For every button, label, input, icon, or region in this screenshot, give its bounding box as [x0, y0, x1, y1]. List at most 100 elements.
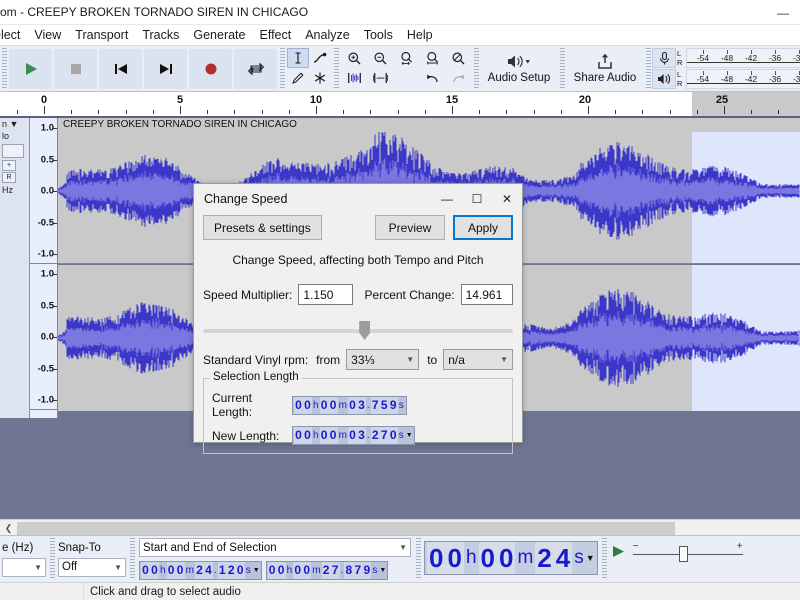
playback-meter[interactable]: L R -54-48-42-36-30-24-18 [652, 69, 800, 90]
vertical-ruler[interactable]: 1.0 0.5 0.0 -0.5 -1.0 [30, 118, 57, 264]
trim-audio-button[interactable] [341, 68, 367, 88]
time-unit[interactable]: m [515, 542, 535, 574]
menu-tools[interactable]: Tools [357, 26, 400, 44]
skip-to-end-button[interactable] [144, 48, 187, 89]
dialog-maximize-button[interactable]: ☐ [462, 184, 492, 213]
snapto-toolbar-grip[interactable] [50, 538, 55, 578]
time-digit: 0 [235, 562, 245, 579]
record-button[interactable] [189, 48, 232, 89]
fit-project-button[interactable] [419, 48, 445, 68]
play-speed-toolbar-grip[interactable] [601, 538, 607, 578]
snapto-select[interactable]: Off ▼ [58, 557, 126, 577]
menu-select[interactable]: elect [0, 26, 27, 44]
window-minimize-button[interactable]: — [766, 0, 800, 25]
selection-toolbar-grip[interactable] [130, 538, 135, 578]
audio-position-time[interactable]: 0 0 h 0 0 m 2 4 s ▼ [424, 541, 598, 575]
vertical-ruler-tick [53, 400, 57, 401]
audio-setup-toolbar-grip[interactable] [474, 48, 479, 88]
share-audio-toolbar-grip[interactable] [560, 48, 565, 88]
envelope-tool[interactable] [309, 48, 331, 68]
playback-meter-bar[interactable]: -54-48-42-36-30-24-18 [686, 69, 800, 89]
horizontal-scrollbar[interactable]: ❮ [0, 519, 800, 536]
timeline-ruler[interactable]: 0 5 10 15 20 25 [0, 92, 800, 118]
time-dropdown-icon[interactable]: ▼ [379, 567, 386, 574]
meter-toolbar-grip[interactable] [646, 48, 651, 88]
menu-generate[interactable]: Generate [186, 26, 252, 44]
time-dropdown-icon[interactable]: ▼ [253, 567, 260, 574]
skip-to-start-button[interactable] [99, 48, 142, 89]
speed-slider-thumb[interactable] [359, 321, 371, 340]
track-control-panel[interactable]: n ▼ lo + R Hz [0, 118, 30, 418]
time-unit[interactable]: h [464, 542, 479, 574]
zoom-out-button[interactable] [367, 48, 393, 68]
fit-selection-button[interactable] [393, 48, 419, 68]
preview-button[interactable]: Preview [375, 215, 445, 240]
tools-toolbar-grip[interactable] [280, 48, 285, 88]
menu-help[interactable]: Help [400, 26, 440, 44]
transport-toolbar-grip[interactable] [2, 48, 7, 88]
vertical-ruler[interactable]: 1.0 0.5 0.0 -0.5 -1.0 [30, 264, 57, 410]
menu-tracks[interactable]: Tracks [135, 26, 186, 44]
track-solo-button[interactable]: lo [0, 130, 29, 142]
redo-button[interactable] [445, 68, 471, 88]
zoom-in-button[interactable] [341, 48, 367, 68]
menu-view[interactable]: View [27, 26, 68, 44]
track-menu-dropdown[interactable]: n ▼ [0, 118, 29, 130]
menu-transport[interactable]: Transport [68, 26, 135, 44]
horizontal-scroll-thumb[interactable] [17, 521, 675, 535]
time-dropdown-icon[interactable]: ▼ [586, 553, 595, 563]
meter-scale-label: -30 [792, 74, 800, 84]
play-at-speed-button[interactable] [610, 544, 627, 559]
share-audio-button[interactable]: Share Audio [568, 47, 642, 89]
presets-settings-button[interactable]: Presets & settings [203, 215, 322, 240]
speed-slider[interactable] [203, 321, 513, 340]
play-button[interactable] [9, 48, 52, 89]
dialog-minimize-button[interactable]: — [432, 184, 462, 213]
time-digit[interactable]: 0 [478, 542, 497, 574]
zoom-toggle-button[interactable] [445, 48, 471, 68]
multi-tool[interactable] [309, 68, 331, 88]
time-digit[interactable]: 2 [535, 542, 554, 574]
time-digit[interactable]: 0 [427, 542, 446, 574]
ruler-tick [288, 110, 290, 114]
menu-analyze[interactable]: Analyze [298, 26, 356, 44]
time-digit[interactable]: 0 [445, 542, 464, 574]
time-toolbar-grip[interactable] [416, 538, 421, 578]
time-dropdown-icon[interactable]: ▼ [406, 432, 413, 439]
selection-end-time[interactable]: 0 0 h 0 0 m 2 7. 8 7 9 s ▼ [265, 561, 389, 580]
selection-mode-select[interactable]: Start and End of Selection ▼ [139, 538, 411, 557]
time-digit[interactable]: 4 [553, 542, 573, 574]
selection-start-time[interactable]: 0 0 h 0 0 m 2 4. 1 2 0 s ▼ [139, 561, 262, 580]
time-unit[interactable]: s [572, 542, 586, 574]
snapto-label: Snap-To [58, 541, 101, 554]
apply-button[interactable]: Apply [453, 215, 513, 240]
percent-change-input[interactable]: 14.961 [460, 284, 513, 305]
change-speed-dialog[interactable]: Change Speed — ☐ ✕ Presets & settings Pr… [193, 183, 523, 454]
recording-meter[interactable]: L R -54-48-42-36-30-24-18 [652, 48, 800, 69]
new-length-time[interactable]: 0 0 h 0 0 m 0 3. 2 7 0 s ▼ [292, 426, 415, 445]
vinyl-from-select[interactable]: 33⅓ ▼ [346, 349, 420, 370]
loop-button[interactable] [234, 48, 277, 89]
undo-button[interactable] [419, 68, 445, 88]
play-speed-thumb[interactable] [678, 546, 688, 562]
track-pan-plus[interactable]: + [2, 160, 16, 171]
track-gain-slider[interactable] [2, 144, 24, 158]
draw-tool[interactable] [287, 68, 309, 88]
project-rate-select[interactable]: ▼ [2, 557, 46, 577]
audio-setup-button[interactable]: Audio Setup [482, 47, 556, 89]
selection-tool[interactable] [287, 48, 309, 68]
horizontal-scroll-track[interactable] [17, 520, 800, 536]
speed-multiplier-input[interactable]: 1.150 [298, 284, 353, 305]
recording-meter-bar[interactable]: -54-48-42-36-30-24-18 [686, 48, 800, 68]
stop-button[interactable] [54, 48, 97, 89]
dialog-heading: Change Speed, affecting both Tempo and P… [232, 253, 484, 267]
silence-audio-button[interactable] [367, 68, 393, 88]
play-speed-slider[interactable]: − + [632, 541, 743, 564]
status-bar-left-segment [0, 583, 84, 600]
scroll-left-arrow[interactable]: ❮ [0, 520, 17, 537]
vinyl-to-select[interactable]: n/a ▼ [443, 349, 513, 370]
dialog-close-button[interactable]: ✕ [492, 184, 522, 213]
time-digit[interactable]: 0 [496, 542, 516, 574]
menu-effect[interactable]: Effect [252, 26, 298, 44]
edit-toolbar-grip[interactable] [334, 48, 339, 88]
